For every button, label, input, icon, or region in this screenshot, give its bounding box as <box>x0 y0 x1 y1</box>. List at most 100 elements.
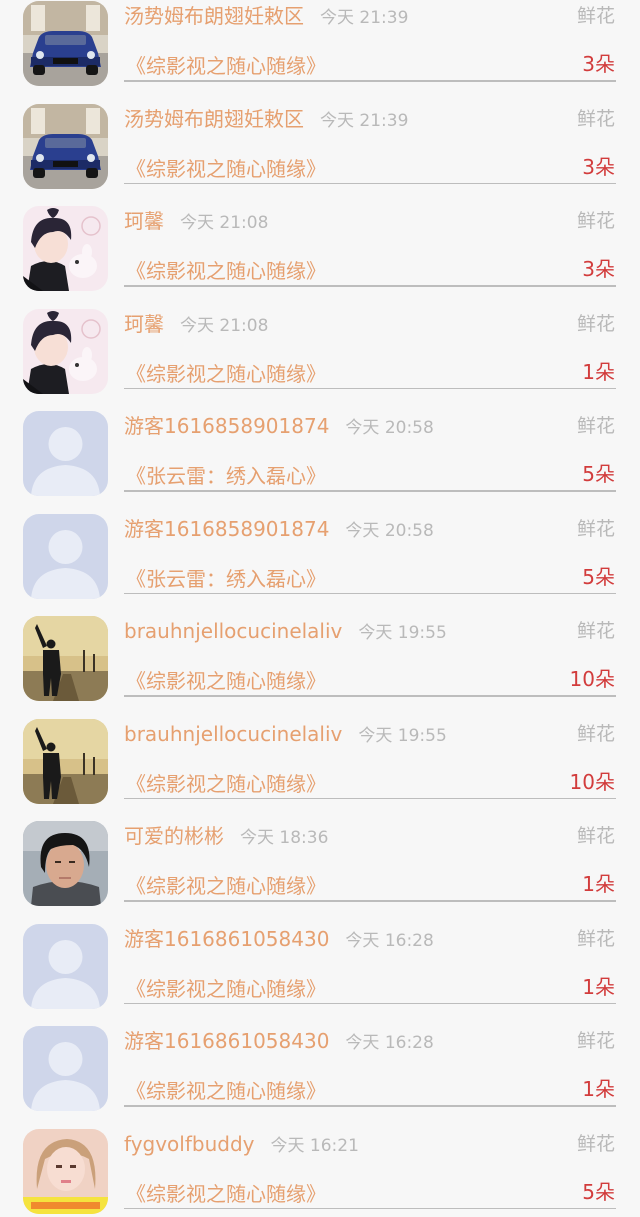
gift-time: 今天 21:08 <box>180 316 268 336</box>
row-divider <box>124 1208 616 1210</box>
avatar[interactable] <box>23 514 108 599</box>
gift-time: 今天 18:36 <box>240 828 328 848</box>
avatar[interactable] <box>23 719 108 804</box>
gift-count: 3朵 <box>582 152 615 182</box>
user-name-text: 珂馨 <box>124 209 164 233</box>
gift-type: 鲜花 <box>577 309 615 339</box>
book-title[interactable]: 《综影视之随心随缘》 <box>126 154 326 184</box>
gift-type: 鲜花 <box>577 1 615 31</box>
book-title[interactable]: 《综影视之随心随缘》 <box>126 1076 326 1106</box>
gift-row[interactable]: 汤势姆布朗翅妊敕区今天 21:39 鲜花 《综影视之随心随缘》 3朵 <box>0 90 640 193</box>
avatar[interactable] <box>23 616 108 701</box>
user-name[interactable]: 游客1616858901874 今天 20:58 <box>124 514 434 546</box>
avatar[interactable] <box>23 1 108 86</box>
gift-count: 10朵 <box>570 664 615 694</box>
gift-time: 今天 21:08 <box>180 213 268 233</box>
gift-row[interactable]: 可爱的彬彬今天 18:36 鲜花 《综影视之随心随缘》 1朵 <box>0 807 640 910</box>
gift-count: 1朵 <box>582 869 615 899</box>
row-divider <box>124 183 616 185</box>
user-name-text: brauhnjellocucinelaliv <box>124 722 342 746</box>
row-divider <box>124 80 616 82</box>
user-name[interactable]: 汤势姆布朗翅妊敕区今天 21:39 <box>124 1 408 33</box>
book-title[interactable]: 《综影视之随心随缘》 <box>126 256 326 286</box>
avatar[interactable] <box>23 206 108 291</box>
user-name[interactable]: 珂馨今天 21:08 <box>124 309 268 341</box>
book-title[interactable]: 《张云雷：绣入磊心》 <box>126 461 326 491</box>
gift-time: 今天 19:55 <box>358 726 446 746</box>
gift-type: 鲜花 <box>577 514 615 544</box>
gift-count: 5朵 <box>582 459 615 489</box>
user-name[interactable]: brauhnjellocucinelaliv 今天 19:55 <box>124 719 447 751</box>
gift-row[interactable]: 游客1616861058430今天 16:28 鲜花 《综影视之随心随缘》 1朵 <box>0 910 640 1013</box>
book-title[interactable]: 《综影视之随心随缘》 <box>126 974 326 1004</box>
book-title[interactable]: 《综影视之随心随缘》 <box>126 359 326 389</box>
gift-count: 1朵 <box>582 1074 615 1104</box>
user-name[interactable]: fygvolfbuddy 今天 16:21 <box>124 1129 359 1161</box>
gift-time: 今天 16:28 <box>345 1033 433 1053</box>
user-name[interactable]: 汤势姆布朗翅妊敕区今天 21:39 <box>124 104 408 136</box>
gift-count: 5朵 <box>582 562 615 592</box>
gift-time: 今天 16:28 <box>345 931 433 951</box>
user-name[interactable]: 游客1616861058430 今天 16:28 <box>124 1026 434 1058</box>
book-title[interactable]: 《综影视之随心随缘》 <box>126 666 326 696</box>
user-name-text: 汤势姆布朗翅妊敕区 <box>124 4 304 28</box>
book-title[interactable]: 《综影视之随心随缘》 <box>126 871 326 901</box>
user-name-text: 珂馨 <box>124 312 164 336</box>
gift-type: 鲜花 <box>577 924 615 954</box>
user-name-text: 游客1616858901874 <box>124 414 329 438</box>
row-divider <box>124 490 616 492</box>
gift-count: 3朵 <box>582 254 615 284</box>
gift-count: 5朵 <box>582 1177 615 1207</box>
gift-type: 鲜花 <box>577 1129 615 1159</box>
book-title[interactable]: 《综影视之随心随缘》 <box>126 1179 326 1209</box>
gift-time: 今天 20:58 <box>345 521 433 541</box>
avatar[interactable] <box>23 1129 108 1214</box>
gift-time: 今天 16:21 <box>271 1136 359 1156</box>
gift-row[interactable]: 珂馨今天 21:08 鲜花 《综影视之随心随缘》 3朵 <box>0 192 640 295</box>
avatar[interactable] <box>23 821 108 906</box>
row-divider <box>124 695 616 697</box>
user-name-text: 汤势姆布朗翅妊敕区 <box>124 107 304 131</box>
user-name-text: 游客1616861058430 <box>124 1029 329 1053</box>
row-divider <box>124 285 616 287</box>
gift-type: 鲜花 <box>577 411 615 441</box>
avatar[interactable] <box>23 924 108 1009</box>
user-name[interactable]: 游客1616858901874今天 20:58 <box>124 411 434 443</box>
user-name-text: 可爱的彬彬 <box>124 824 224 848</box>
gift-type: 鲜花 <box>577 616 615 646</box>
user-name[interactable]: 游客1616861058430 今天 16:28 <box>124 924 434 956</box>
gift-type: 鲜花 <box>577 206 615 236</box>
user-name[interactable]: 珂馨今天 21:08 <box>124 206 268 238</box>
avatar[interactable] <box>23 104 108 189</box>
gift-list: 汤势姆布朗翅妊敕区今天 21:39 鲜花 《综影视之随心随缘》 3朵 汤势姆布朗… <box>0 0 640 1217</box>
gift-row[interactable]: 游客1616858901874今天 20:58 鲜花 《张云雷：绣入磊心》 5朵 <box>0 397 640 500</box>
gift-type: 鲜花 <box>577 104 615 134</box>
gift-time: 今天 21:39 <box>320 111 408 131</box>
gift-row[interactable]: 汤势姆布朗翅妊敕区今天 21:39 鲜花 《综影视之随心随缘》 3朵 <box>0 0 640 90</box>
avatar[interactable] <box>23 309 108 394</box>
book-title[interactable]: 《综影视之随心随缘》 <box>126 769 326 799</box>
gift-type: 鲜花 <box>577 719 615 749</box>
gift-row[interactable]: brauhnjellocucinelaliv 今天 19:55 鲜花 《综影视之随… <box>0 602 640 705</box>
user-name[interactable]: 可爱的彬彬今天 18:36 <box>124 821 328 853</box>
gift-count: 1朵 <box>582 357 615 387</box>
gift-row[interactable]: brauhnjellocucinelaliv 今天 19:55 鲜花 《综影视之随… <box>0 705 640 808</box>
user-name-text: fygvolfbuddy <box>124 1132 255 1156</box>
book-title[interactable]: 《综影视之随心随缘》 <box>126 51 326 81</box>
gift-time: 今天 21:39 <box>320 8 408 28</box>
user-name-text: 游客1616861058430 <box>124 927 329 951</box>
user-name[interactable]: brauhnjellocucinelaliv 今天 19:55 <box>124 616 447 648</box>
book-title[interactable]: 《张云雷：绣入磊心》 <box>126 564 326 594</box>
gift-row[interactable]: fygvolfbuddy 今天 16:21 鲜花 《综影视之随心随缘》 5朵 <box>0 1115 640 1217</box>
avatar[interactable] <box>23 411 108 496</box>
row-divider <box>124 1003 616 1005</box>
gift-row[interactable]: 游客1616861058430今天 16:28 鲜花 《综影视之随心随缘》 1朵 <box>0 1012 640 1115</box>
gift-type: 鲜花 <box>577 821 615 851</box>
gift-row[interactable]: 游客1616858901874 今天 20:58 鲜花 《张云雷：绣入磊心》 5朵 <box>0 500 640 603</box>
gift-row[interactable]: 珂馨今天 21:08 鲜花 《综影视之随心随缘》 1朵 <box>0 295 640 398</box>
user-name-text: brauhnjellocucinelaliv <box>124 619 342 643</box>
avatar[interactable] <box>23 1026 108 1111</box>
user-name-text: 游客1616858901874 <box>124 517 329 541</box>
gift-count: 3朵 <box>582 49 615 79</box>
gift-time: 今天 19:55 <box>358 623 446 643</box>
